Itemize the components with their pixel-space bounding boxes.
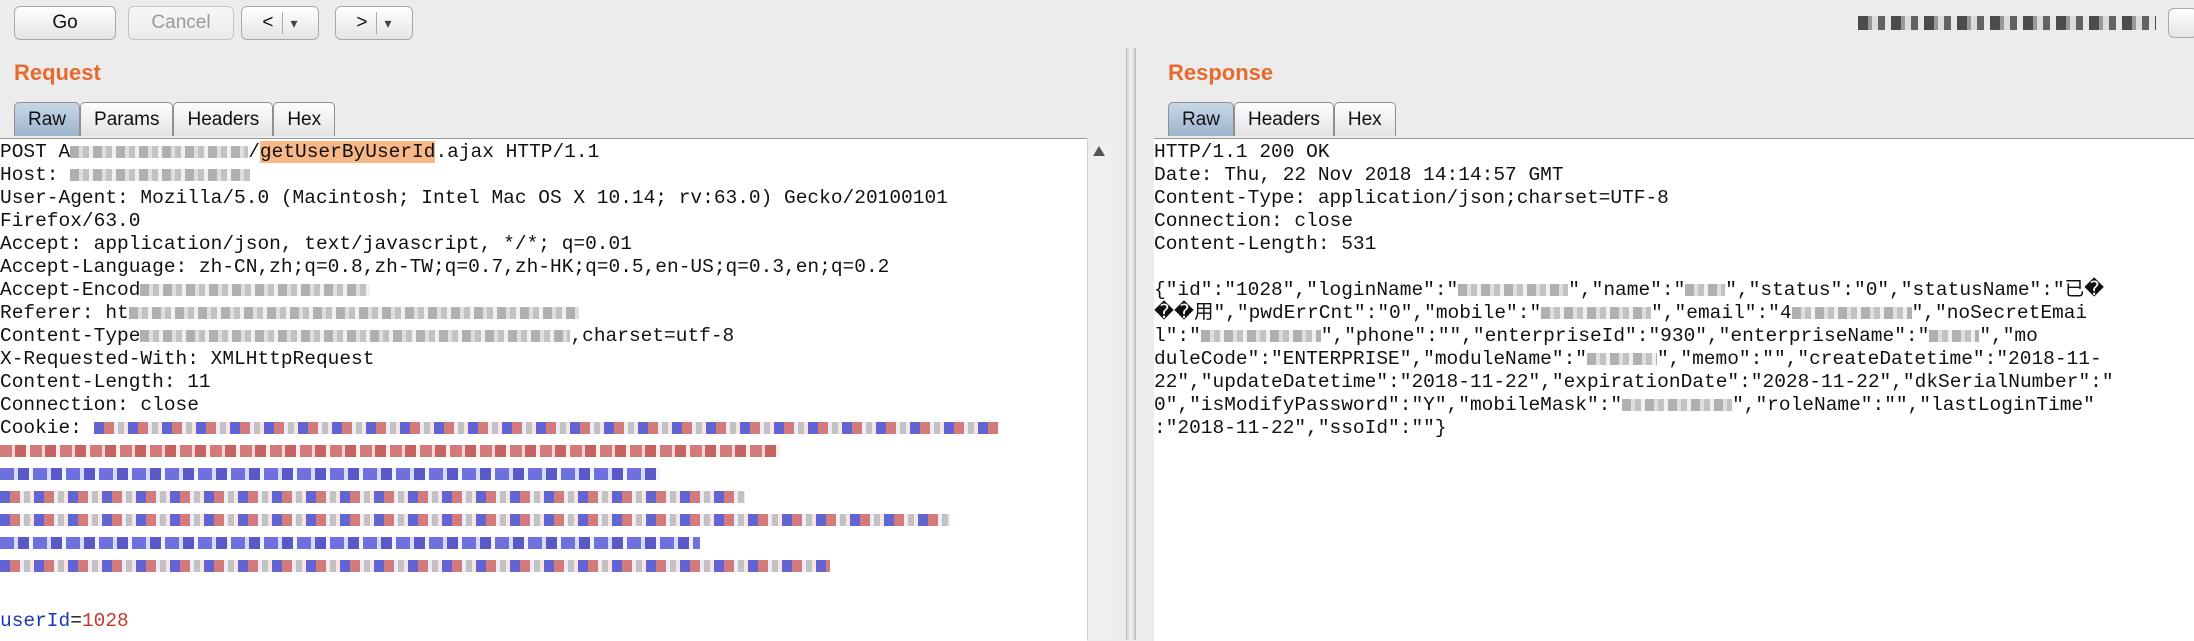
cookie-continued: [0, 555, 830, 578]
user-agent-continued: Firefox/63.0: [0, 210, 141, 232]
forward-arrow-icon: >: [356, 12, 368, 33]
cookie-continued: [0, 463, 660, 486]
connection-header: Connection: close: [0, 394, 199, 416]
back-button[interactable]: < ▾: [241, 6, 319, 40]
redacted-target-url: [1858, 16, 2156, 30]
redacted-text: [1586, 352, 1657, 365]
cookie-continued: [0, 440, 780, 463]
separator: [281, 11, 283, 34]
tab-headers[interactable]: Headers: [1234, 102, 1334, 136]
back-arrow-icon: <: [262, 12, 274, 33]
redacted-cookie: [0, 513, 950, 526]
highlighted-endpoint: getUserByUserId: [259, 141, 436, 163]
redacted-cookie: [0, 444, 780, 457]
redacted-cookie: [0, 536, 700, 549]
pane-splitter[interactable]: [1126, 48, 1136, 640]
tab-hex[interactable]: Hex: [1333, 102, 1396, 136]
connection-header: Connection: close: [1154, 210, 1353, 232]
cookie-header: Cookie:: [0, 417, 999, 440]
redacted-text: [70, 145, 249, 158]
edit-target-icon[interactable]: [2168, 8, 2194, 38]
accept-header: Accept: application/json, text/javascrip…: [0, 233, 632, 255]
request-line: POST A/getUserByUserId.ajax HTTP/1.1: [0, 141, 600, 163]
request-title: Request: [14, 60, 101, 85]
redacted-text: [70, 168, 251, 181]
accept-encoding-header: Accept-Encod: [0, 279, 371, 302]
json-body-line: 0","isModifyPassword":"Y","mobileMask":"…: [1154, 394, 2095, 416]
content-length-header: Content-Length: 11: [0, 371, 211, 393]
redacted-text: [1685, 283, 1726, 296]
redacted-text: [1458, 283, 1569, 296]
cancel-button[interactable]: Cancel: [128, 6, 234, 40]
json-body-line: 22","updateDatetime":"2018-11-22","expir…: [1154, 371, 2114, 393]
tab-params[interactable]: Params: [80, 102, 174, 136]
status-line: HTTP/1.1 200 OK: [1154, 141, 1330, 163]
go-button[interactable]: Go: [14, 6, 116, 40]
toolbar: Go Cancel < ▾ > ▾: [0, 0, 2194, 50]
redacted-text: [1791, 306, 1912, 319]
chevron-down-icon[interactable]: ▾: [385, 15, 392, 31]
user-agent-header: User-Agent: Mozilla/5.0 (Macintosh; Inte…: [0, 187, 948, 209]
tab-raw[interactable]: Raw: [14, 102, 81, 136]
redacted-cookie: [0, 490, 745, 503]
json-body-line: duleCode":"ENTERPRISE","moduleName":" ","…: [1154, 348, 2102, 370]
response-tabs: Raw Headers Hex: [1168, 102, 1396, 138]
chevron-down-icon[interactable]: ▾: [291, 15, 298, 31]
referer-header: Referer: ht: [0, 302, 579, 325]
redacted-text: [128, 306, 579, 319]
redacted-text: [1541, 306, 1652, 319]
content-type-header: Content-Type ,charset=utf-8: [0, 325, 735, 347]
separator: [375, 11, 377, 34]
accept-language-header: Accept-Language: zh-CN,zh;q=0.8,zh-TW;q=…: [0, 256, 890, 278]
tab-hex[interactable]: Hex: [273, 102, 336, 136]
json-body-line: ��用","pwdErrCnt":"0","mobile":" ","email"…: [1154, 302, 2088, 324]
redacted-cookie: [0, 559, 830, 572]
content-length-header: Content-Length: 531: [1154, 233, 1377, 255]
request-tabs: Raw Params Headers Hex: [14, 102, 336, 138]
response-title: Response: [1168, 60, 1274, 85]
x-requested-with-header: X-Requested-With: XMLHttpRequest: [0, 348, 375, 370]
date-header: Date: Thu, 22 Nov 2018 14:14:57 GMT: [1154, 164, 1564, 186]
request-scrollbar[interactable]: [1087, 138, 1111, 640]
request-body: userId=1028: [0, 610, 129, 632]
redacted-text: [1929, 329, 1980, 342]
redacted-text: [1200, 329, 1321, 342]
json-body-line: {"id":"1028","loginName":" ","name":" ","s…: [1154, 279, 2105, 301]
response-editor[interactable]: HTTP/1.1 200 OK Date: Thu, 22 Nov 2018 1…: [1154, 138, 2194, 641]
redacted-text: [140, 329, 571, 342]
cookie-continued: [0, 509, 950, 532]
scroll-up-icon[interactable]: [1093, 146, 1105, 156]
redacted-text: [1622, 398, 1733, 411]
cookie-continued: [0, 532, 700, 555]
tab-headers[interactable]: Headers: [173, 102, 274, 136]
redacted-cookie: [0, 467, 660, 480]
redacted-cookie: [93, 421, 999, 434]
cookie-continued: [0, 486, 745, 509]
forward-button[interactable]: > ▾: [335, 6, 413, 40]
redacted-text: [140, 283, 371, 296]
json-body-line: :"2018-11-22","ssoId":""}: [1154, 417, 1447, 439]
json-body-line: l":" ","phone":"","enterpriseId":"930","e…: [1154, 325, 2038, 347]
host-header: Host:: [0, 164, 251, 187]
tab-raw[interactable]: Raw: [1168, 102, 1235, 136]
request-editor[interactable]: POST A/getUserByUserId.ajax HTTP/1.1 Hos…: [0, 138, 1087, 641]
content-type-header: Content-Type: application/json;charset=U…: [1154, 187, 1669, 209]
